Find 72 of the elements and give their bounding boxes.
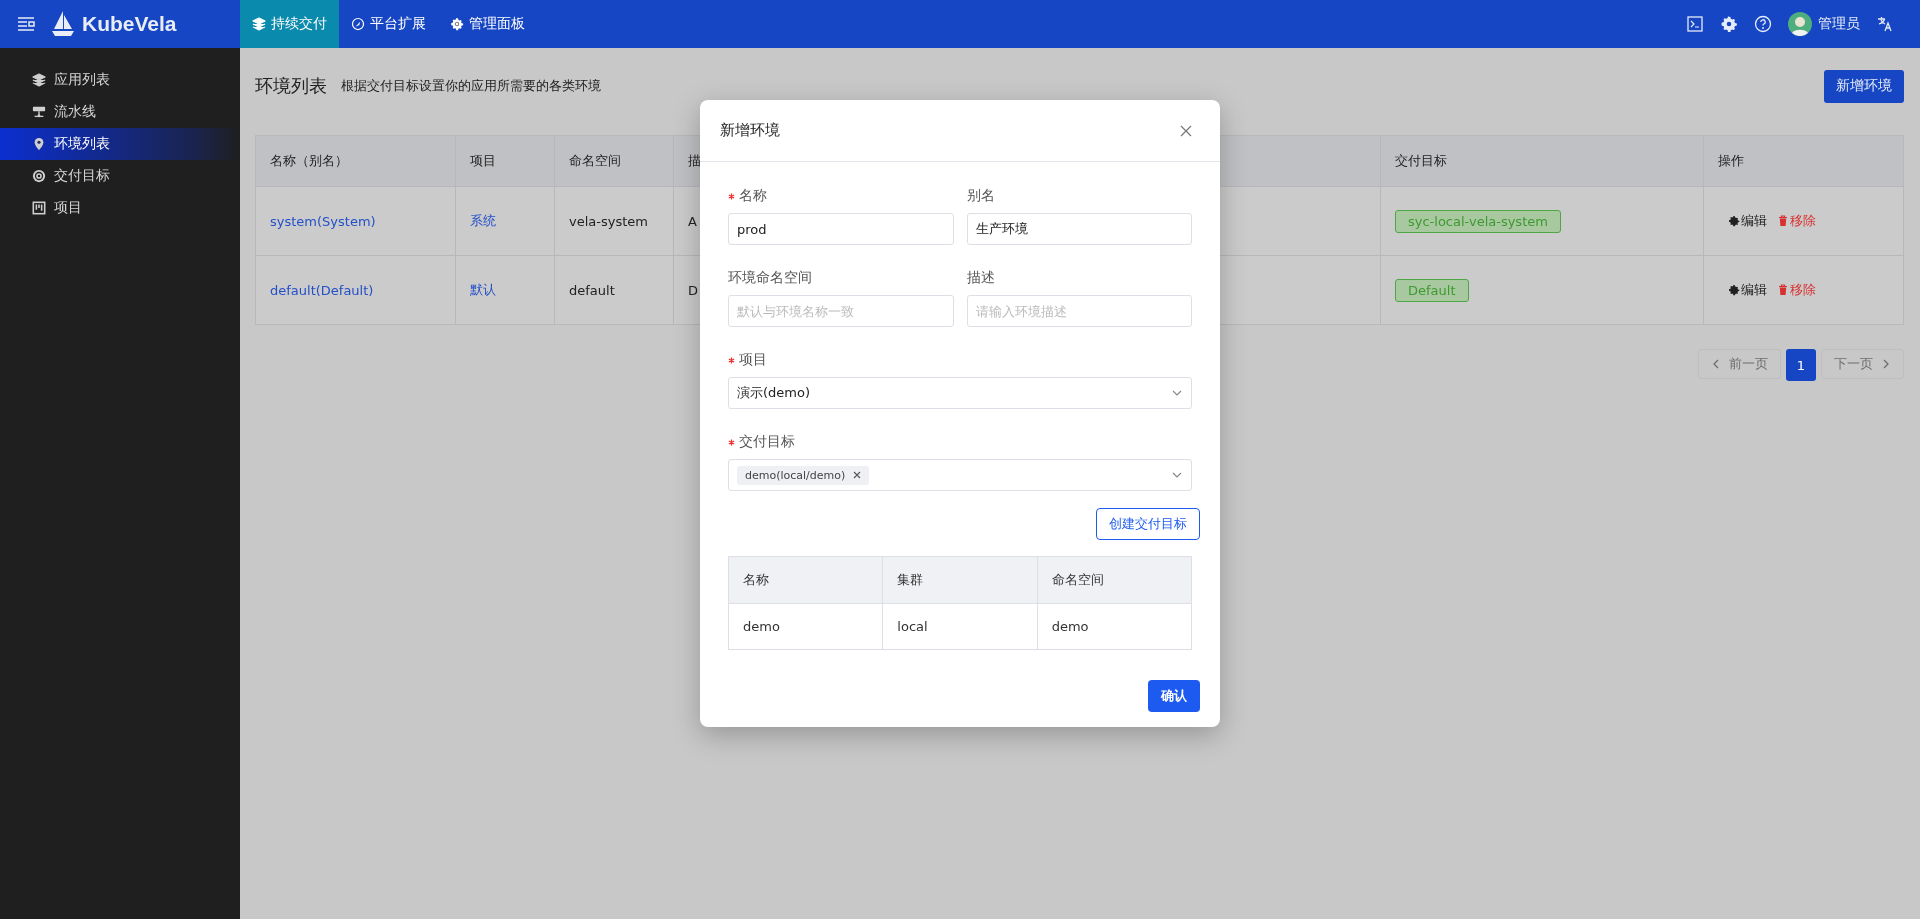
table-cell: demo xyxy=(728,603,883,650)
sidebar-item[interactable]: 交付目标 xyxy=(0,160,240,192)
sidebar-item[interactable]: 流水线 xyxy=(0,96,240,128)
avatar-icon[interactable] xyxy=(1788,12,1812,36)
project-link[interactable]: 系统 xyxy=(470,213,496,228)
field-label: 名称 xyxy=(739,187,767,205)
environment-link[interactable]: default(Default) xyxy=(270,282,374,298)
column-header: 名称 xyxy=(728,556,883,604)
field-label: 项目 xyxy=(739,351,767,369)
circle-icon xyxy=(351,17,365,31)
chevron-right-icon xyxy=(1881,359,1891,369)
layers-icon xyxy=(252,17,266,31)
gear-icon xyxy=(1728,215,1740,227)
page-title: 环境列表 xyxy=(255,74,327,98)
menu-icon[interactable] xyxy=(16,14,36,34)
table-cell: local xyxy=(882,603,1038,650)
column-header: 项目 xyxy=(455,135,555,187)
text-field[interactable]: prod xyxy=(728,213,954,245)
tag-label: demo(local/demo) xyxy=(745,468,846,482)
sidebar-item[interactable]: 环境列表 xyxy=(0,128,240,160)
server-icon xyxy=(32,105,46,119)
close-icon[interactable] xyxy=(853,471,862,479)
chevron-left-icon xyxy=(1711,359,1721,369)
table-cell: demo xyxy=(1037,603,1192,650)
settings-icon[interactable] xyxy=(1720,15,1738,33)
sailboat-icon xyxy=(50,10,76,38)
field-label: 交付目标 xyxy=(739,433,795,451)
project-link[interactable]: 默认 xyxy=(470,282,496,297)
environment-link[interactable]: system(System) xyxy=(270,213,376,229)
sidebar-item[interactable]: 应用列表 xyxy=(0,64,240,96)
gear-icon xyxy=(450,17,464,31)
page-subtitle: 根据交付目标设置你的应用所需要的各类环境 xyxy=(341,77,601,95)
help-icon[interactable] xyxy=(1754,15,1772,33)
column-header: 集群 xyxy=(882,556,1038,604)
terminal-icon[interactable] xyxy=(1686,15,1704,33)
column-header: 命名空间 xyxy=(1037,556,1192,604)
multi-select-field[interactable]: demo(local/demo) xyxy=(728,459,1192,491)
layers-icon xyxy=(32,73,46,87)
target-tag: Default xyxy=(1395,278,1469,302)
column-header: 名称（别名） xyxy=(255,135,456,187)
column-header: 交付目标 xyxy=(1380,135,1704,187)
column-header: 命名空间 xyxy=(554,135,674,187)
target-icon xyxy=(32,169,46,183)
translate-icon[interactable] xyxy=(1876,15,1894,33)
column-header: 操作 xyxy=(1703,135,1904,187)
table-cell: vela-system xyxy=(554,186,674,256)
trash-icon xyxy=(1777,215,1789,227)
confirm-button[interactable]: 确认 xyxy=(1148,680,1200,712)
create-target-button[interactable]: 创建交付目标 xyxy=(1096,508,1200,540)
location-pin-icon xyxy=(32,137,46,151)
nav-tab[interactable]: 持续交付 xyxy=(240,0,339,48)
board-icon xyxy=(32,201,46,215)
text-field[interactable]: 请输入环境描述 xyxy=(966,295,1192,327)
logo-text: KubeVela xyxy=(82,12,177,36)
sidebar-item[interactable]: 项目 xyxy=(0,192,240,224)
target-tag: syc-local-vela-system xyxy=(1395,209,1561,233)
trash-icon xyxy=(1777,284,1789,296)
field-label: 别名 xyxy=(966,187,995,205)
nav-tab[interactable]: 平台扩展 xyxy=(339,0,438,48)
gear-icon xyxy=(1728,284,1740,296)
field-label: 环境命名空间 xyxy=(728,269,812,287)
add-environment-button[interactable]: 新增环境 xyxy=(1824,69,1904,103)
table-cell: default xyxy=(554,255,674,325)
page-number-button[interactable]: 1 xyxy=(1786,349,1816,381)
field-label: 描述 xyxy=(966,269,995,287)
edit-button[interactable]: 编辑 xyxy=(1728,212,1767,230)
select-field[interactable]: 演示(demo) xyxy=(728,377,1192,409)
nav-tab[interactable]: 管理面板 xyxy=(438,0,537,48)
text-field[interactable]: 生产环境 xyxy=(966,213,1192,245)
edit-button[interactable]: 编辑 xyxy=(1728,281,1767,299)
user-name[interactable]: 管理员 xyxy=(1818,15,1860,33)
close-icon[interactable] xyxy=(1180,124,1192,137)
